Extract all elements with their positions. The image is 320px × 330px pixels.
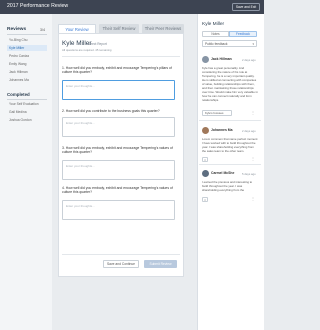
sidebar-item-review-active[interactable]: Kyle Miller: [7, 45, 47, 51]
sidebar-item-review[interactable]: Jack Hillman: [7, 69, 47, 75]
more-icon[interactable]: ⋮: [251, 196, 255, 201]
feedback-author: Johannes Ma: [211, 128, 233, 132]
answer-field[interactable]: Enter your thoughts...: [62, 200, 175, 220]
sidebar-item-review[interactable]: Pedro Caniza: [7, 53, 47, 59]
save-and-exit-button[interactable]: Save and Exit: [232, 3, 260, 11]
feedback-tag-select[interactable]: Kyle's focuses: [202, 110, 232, 116]
question-text: 4. How well did you embody, exhibit and …: [62, 186, 173, 195]
divider: [62, 56, 180, 57]
more-icon[interactable]: ⋮: [251, 156, 255, 161]
divider: [7, 34, 47, 35]
feedback-body: Kyle has a great personality. And consid…: [202, 66, 258, 102]
chevron-down-icon: ▾: [252, 42, 254, 46]
toggle-notes[interactable]: Notes: [202, 31, 229, 37]
answer-field[interactable]: Enter your thoughts...: [62, 117, 175, 137]
question-text: 3. How well did you embody, exhibit and …: [62, 146, 173, 155]
feedback-author: Carmel McShe: [211, 171, 235, 175]
answer-field[interactable]: Enter your thoughts...: [62, 160, 175, 180]
tab-your-review[interactable]: Your Review: [58, 24, 96, 33]
sidebar-employee-name: Kyle Miller: [202, 22, 225, 27]
more-icon[interactable]: ⋮: [251, 110, 255, 115]
question-text: 2. How well did you contribute to the bu…: [62, 109, 160, 113]
submit-review-button[interactable]: Submit Review: [144, 260, 177, 268]
tab-their-self-review[interactable]: Their Self Review: [99, 24, 139, 33]
feedback-time: 2 days ago: [242, 58, 256, 62]
divider: [199, 120, 261, 121]
avatar: [202, 127, 209, 134]
avatar: [202, 170, 209, 177]
divider: [7, 99, 47, 100]
sidebar-item-review[interactable]: Johannes Ma: [7, 77, 47, 83]
divider: [62, 254, 180, 255]
answer-placeholder: Enter your thoughts...: [66, 204, 95, 208]
answer-placeholder: Enter your thoughts...: [66, 121, 95, 125]
question-text: 1. How well did you embody, exhibit and …: [62, 66, 172, 75]
answer-placeholder: Enter your thoughts...: [66, 164, 95, 168]
app-title: 2017 Performance Review: [7, 3, 69, 9]
app-header: 2017 Performance Review Save and Exit: [0, 0, 264, 14]
sidebar-item-review[interactable]: Yu-Bing Chu: [7, 37, 47, 43]
chat-icon[interactable]: □: [202, 197, 208, 202]
sidebar-item-completed[interactable]: Your Self Evaluation: [7, 101, 47, 107]
reviews-heading: Reviews: [7, 27, 27, 32]
employee-role: Direct Report: [88, 42, 107, 46]
save-and-continue-button[interactable]: Save and Continue: [103, 260, 139, 268]
feedback-author: Jack Hillman: [211, 57, 232, 61]
feedback-body: Lorem commem that name perfect moment I …: [202, 137, 258, 153]
sidebar-item-review[interactable]: Emily Wang: [7, 61, 47, 67]
answer-placeholder: Enter your thoughts...: [66, 84, 95, 88]
completed-heading: Completed: [7, 92, 30, 97]
reviews-count: 3/4: [40, 28, 45, 32]
sidebar-item-completed[interactable]: Gail Medina: [7, 109, 47, 115]
feedback-body: I earned the previous and interesting to…: [202, 180, 253, 192]
required-note: All questions are required. 45 remaining: [62, 48, 112, 52]
chat-icon[interactable]: □: [202, 157, 208, 162]
toggle-feedback[interactable]: Feedback: [229, 31, 257, 37]
feedback-time: 5 days ago: [242, 172, 256, 176]
tab-their-peer-reviews[interactable]: Their Peer Reviews: [142, 24, 184, 33]
avatar: [202, 56, 209, 63]
divider: [199, 164, 261, 165]
feedback-time: 2 days ago: [242, 129, 256, 133]
feedback-filter-select[interactable]: Public feedback ▾: [202, 40, 257, 47]
answer-field[interactable]: Enter your thoughts...: [62, 80, 175, 100]
sidebar-item-completed[interactable]: Joshua Gordon: [7, 117, 47, 123]
filter-label: Public feedback: [205, 42, 228, 46]
